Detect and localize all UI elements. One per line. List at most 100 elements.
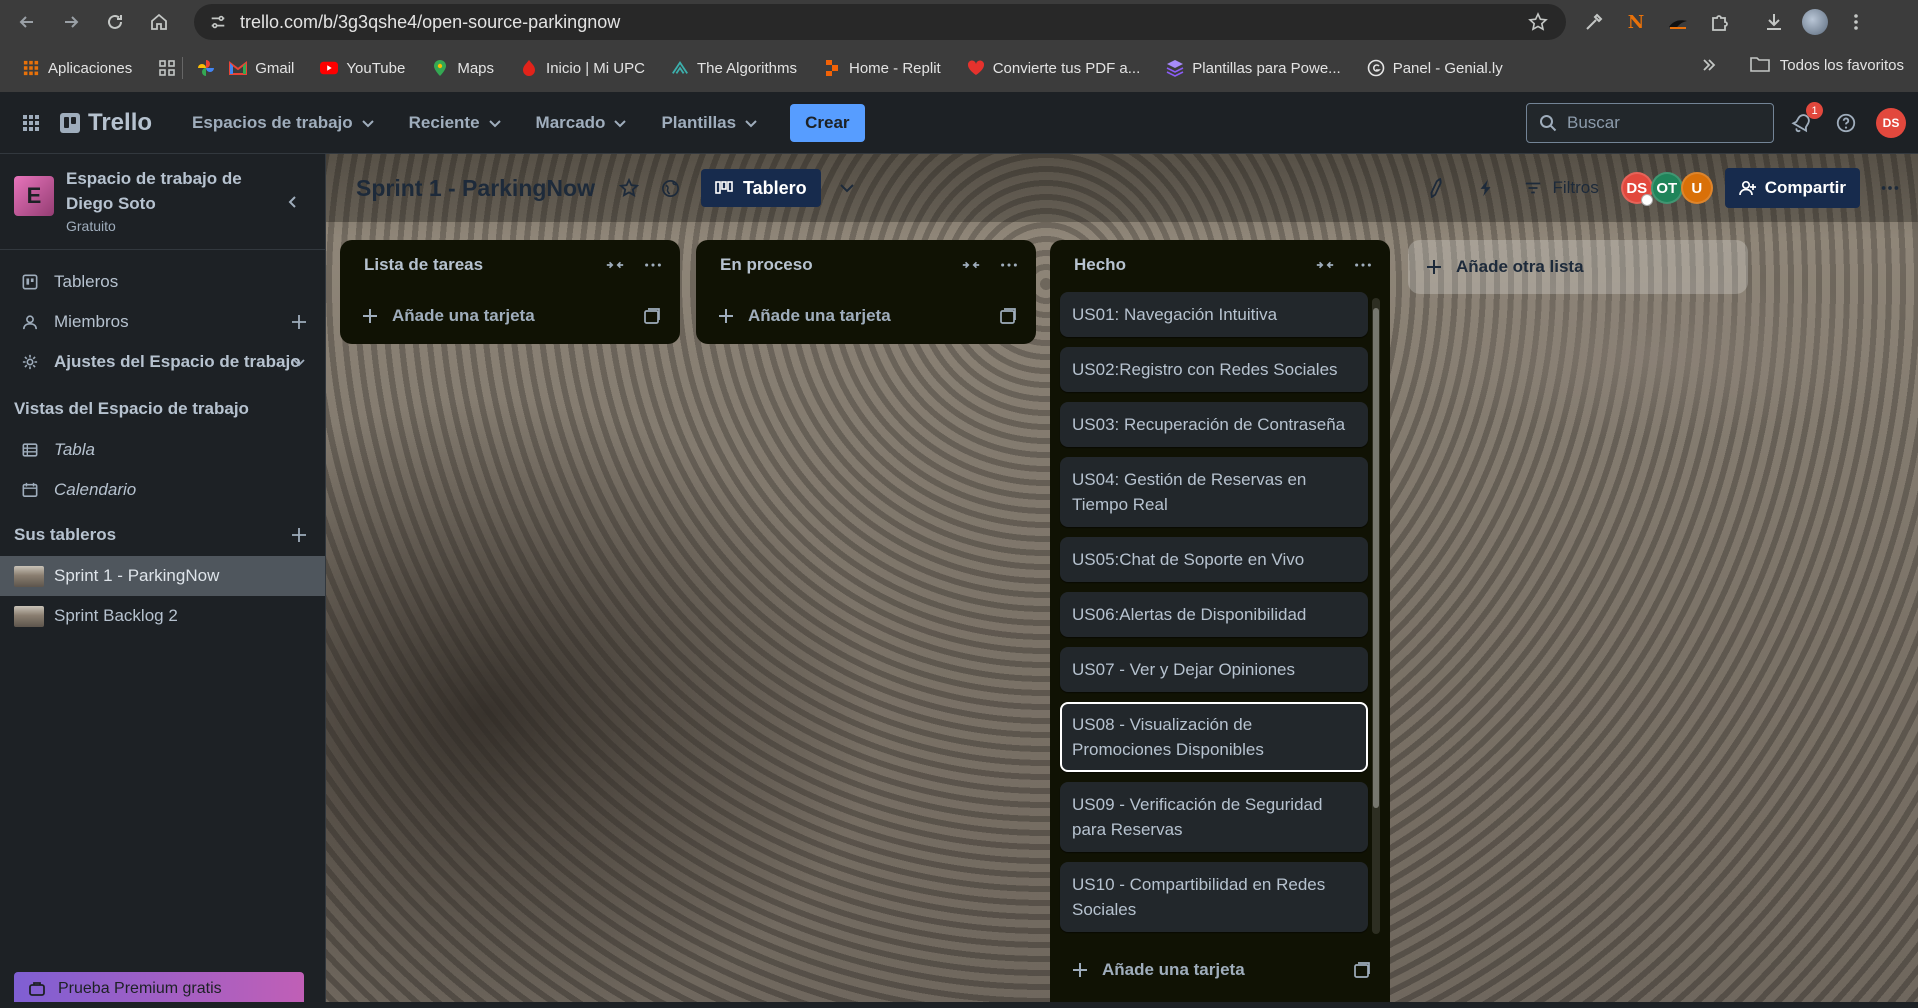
member-avatar-ot[interactable]: OT	[1650, 172, 1683, 204]
trello-logo[interactable]: Trello	[60, 109, 152, 137]
list-title[interactable]: En proceso	[720, 255, 813, 275]
url-text[interactable]: trello.com/b/3g3qshe4/open-source-parkin…	[240, 12, 620, 33]
sidebar-item-settings[interactable]: Ajustes del Espacio de trabajo	[0, 342, 325, 382]
filters-button[interactable]: Filtros	[1524, 178, 1599, 198]
dark-extension-icon[interactable]	[1664, 8, 1692, 36]
list-done[interactable]: Hecho US01: Navegación Intuitiva US02:Re…	[1050, 240, 1390, 1002]
collapse-list-icon[interactable]	[604, 254, 626, 276]
sidebar-board-sprint1[interactable]: Sprint 1 - ParkingNow	[0, 556, 325, 596]
all-favorites-link[interactable]: Todos los favoritos	[1780, 57, 1904, 74]
bookmark-star-icon[interactable]	[1528, 12, 1548, 32]
sidebar-item-members[interactable]: Miembros	[0, 302, 325, 342]
nav-workspaces[interactable]: Espacios de trabajo	[178, 105, 389, 141]
card[interactable]: US03: Recuperación de Contraseña	[1060, 402, 1368, 447]
add-card-button[interactable]: Añade una tarjeta	[696, 294, 1036, 338]
sidebar-view-table[interactable]: Tabla	[0, 430, 325, 470]
bookmark-algorithms[interactable]: The Algorithms	[671, 59, 797, 77]
notifications-button[interactable]: 1	[1788, 102, 1823, 137]
card[interactable]: US05:Chat de Soporte en Vivo	[1060, 537, 1368, 582]
download-icon[interactable]	[1760, 8, 1788, 36]
list-title[interactable]: Hecho	[1074, 255, 1126, 275]
home-button[interactable]	[142, 5, 176, 39]
card[interactable]: US07 - Ver y Dejar Opiniones	[1060, 647, 1368, 692]
card-template-icon[interactable]	[998, 306, 1018, 326]
power-ups-rocket-icon[interactable]	[1424, 176, 1448, 200]
list-scrollbar[interactable]	[1372, 298, 1380, 934]
algorithms-icon	[671, 59, 689, 77]
help-button[interactable]	[1832, 109, 1860, 137]
list-scrollbar-thumb[interactable]	[1373, 308, 1379, 808]
back-button[interactable]	[10, 5, 44, 39]
member-avatar-ds[interactable]: DS	[1620, 172, 1653, 206]
add-board-plus-icon[interactable]	[289, 525, 309, 545]
bookmark-gmail[interactable]: Gmail	[229, 59, 294, 77]
list-in-progress[interactable]: En proceso Añade una tarjeta	[696, 240, 1036, 344]
board-title[interactable]: Sprint 1 - ParkingNow	[356, 175, 595, 202]
automation-bolt-icon[interactable]	[1474, 176, 1498, 200]
card[interactable]: US04: Gestión de Reservas en Tiempo Real	[1060, 457, 1368, 527]
reload-button[interactable]	[98, 5, 132, 39]
bookmark-youtube[interactable]: YouTube	[320, 59, 405, 77]
card[interactable]: US10 - Compartibilidad en Redes Sociales	[1060, 862, 1368, 932]
card[interactable]: US06:Alertas de Disponibilidad	[1060, 592, 1368, 637]
bookmark-maps[interactable]: Maps	[431, 59, 494, 77]
bookmark-aplicaciones[interactable]: Aplicaciones	[22, 59, 132, 77]
sidebar-view-calendar[interactable]: Calendario	[0, 470, 325, 510]
collapse-list-icon[interactable]	[960, 254, 982, 276]
globe-visibility-icon[interactable]	[659, 176, 683, 200]
n-extension-icon[interactable]: N	[1622, 8, 1650, 36]
card[interactable]: US01: Navegación Intuitiva	[1060, 292, 1368, 337]
list-menu-icon[interactable]	[998, 254, 1020, 276]
add-member-plus-icon[interactable]	[289, 312, 309, 332]
share-button[interactable]: Compartir	[1724, 168, 1860, 208]
premium-trial-button[interactable]: Prueba Premium gratis	[14, 972, 304, 1006]
sidebar-item-boards[interactable]: Tableros	[0, 262, 325, 302]
extensions-puzzle-icon[interactable]	[1706, 8, 1734, 36]
card[interactable]: US09 - Verificación de Seguridad para Re…	[1060, 782, 1368, 852]
your-boards-label: Sus tableros	[14, 525, 117, 544]
search-input[interactable]: Buscar	[1526, 103, 1774, 143]
site-settings-icon[interactable]	[208, 12, 228, 32]
workspace-avatar[interactable]: E	[14, 176, 54, 216]
user-avatar[interactable]: DS	[1876, 108, 1906, 138]
bookmark-plantillas[interactable]: Plantillas para Powe...	[1166, 59, 1341, 77]
plus-icon	[719, 309, 733, 323]
card-template-icon[interactable]	[1352, 960, 1372, 980]
board-view-button[interactable]: Tablero	[700, 169, 821, 207]
card-focused[interactable]: US08 - Visualización de Promociones Disp…	[1060, 702, 1368, 772]
list-todo[interactable]: Lista de tareas Añade una tarjeta	[340, 240, 680, 344]
add-card-button[interactable]: Añade una tarjeta	[1050, 948, 1390, 992]
address-bar[interactable]: trello.com/b/3g3qshe4/open-source-parkin…	[194, 4, 1566, 40]
list-menu-icon[interactable]	[642, 254, 664, 276]
workspace-name[interactable]: Espacio de trabajo de Diego Soto	[66, 166, 266, 216]
forward-button[interactable]	[54, 5, 88, 39]
sidebar-board-backlog2[interactable]: Sprint Backlog 2	[0, 596, 325, 636]
member-avatar-u[interactable]: U	[1680, 172, 1713, 204]
create-button[interactable]: Crear	[790, 103, 865, 142]
card[interactable]: US02:Registro con Redes Sociales	[1060, 347, 1368, 392]
card-template-icon[interactable]	[642, 306, 662, 326]
list-menu-icon[interactable]	[1352, 254, 1374, 276]
board-menu-icon[interactable]	[1876, 174, 1904, 202]
tab-groups-button[interactable]	[158, 59, 176, 77]
browser-menu-icon[interactable]	[1842, 8, 1870, 36]
star-board-icon[interactable]	[617, 176, 641, 200]
eyedropper-extension-icon[interactable]	[1580, 8, 1608, 36]
list-title[interactable]: Lista de tareas	[364, 255, 483, 275]
nav-recent[interactable]: Reciente	[395, 105, 516, 141]
app-switcher-icon[interactable]	[16, 108, 46, 138]
add-list-button[interactable]: Añade otra lista	[1408, 240, 1748, 294]
chevron-double-right-icon[interactable]	[1700, 56, 1718, 74]
bookmark-pdf[interactable]: Convierte tus PDF a...	[967, 59, 1140, 77]
browser-profile-avatar[interactable]	[1802, 9, 1828, 35]
add-card-button[interactable]: Añade una tarjeta	[340, 294, 680, 338]
collapse-list-icon[interactable]	[1314, 254, 1336, 276]
bookmark-pinwheel[interactable]	[197, 59, 215, 77]
bookmark-replit[interactable]: Home - Replit	[823, 59, 941, 77]
nav-templates[interactable]: Plantillas	[647, 105, 772, 141]
nav-starred[interactable]: Marcado	[522, 105, 642, 141]
views-dropdown-chevron-icon[interactable]	[835, 176, 859, 200]
bookmark-upc[interactable]: Inicio | Mi UPC	[520, 59, 645, 77]
bookmark-genially[interactable]: Panel - Genial.ly	[1367, 59, 1503, 77]
collapse-sidebar-icon[interactable]	[283, 192, 303, 212]
